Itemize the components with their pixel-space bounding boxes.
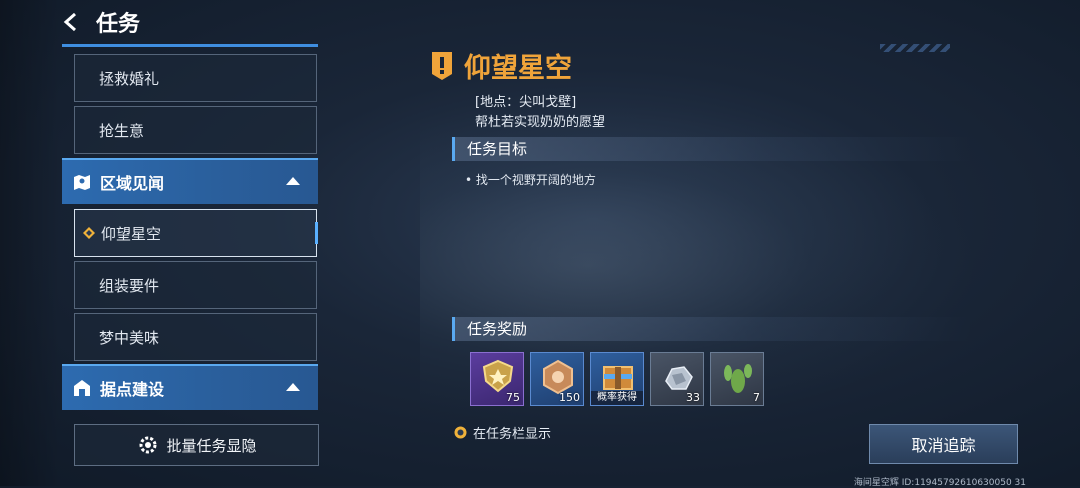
category-label: 据点建设: [100, 380, 165, 399]
quest-list-panel[interactable]: 拯救婚礼 抢生意 区域见闻 仰望星空 组装要件 梦中美味 据点建设: [62, 44, 320, 414]
reward-count: 33: [686, 391, 700, 404]
category-label: 区域见闻: [100, 174, 165, 193]
base-icon: [74, 380, 90, 396]
quest-description: 帮杜若实现奶奶的愿望: [475, 115, 606, 130]
reward-item[interactable]: 7: [710, 352, 764, 406]
collapse-caret-icon[interactable]: [286, 383, 300, 391]
quest-item-assemble-parts[interactable]: 组装要件: [74, 261, 317, 309]
quest-item-label: 抢生意: [99, 121, 145, 140]
bulk-button-label: 批量任务显隐: [166, 436, 257, 455]
reward-item[interactable]: 75: [470, 352, 524, 406]
decorative-stripes: [880, 44, 950, 52]
quest-item-rescue-wedding[interactable]: 拯救婚礼: [74, 54, 317, 102]
quest-item-label: 拯救婚礼: [99, 69, 160, 88]
reward-section-header: 任务奖励: [452, 317, 972, 341]
cactus-icon: [724, 364, 752, 393]
quest-item-dream-taste[interactable]: 梦中美味: [74, 313, 317, 361]
reward-item[interactable]: 150: [530, 352, 584, 406]
quest-item-label: 组装要件: [99, 276, 160, 295]
quest-item-label: 仰望星空: [101, 224, 162, 243]
reward-probability-tag: 概率获得: [591, 391, 643, 405]
category-base-building[interactable]: 据点建设: [62, 364, 318, 410]
map-icon: [74, 175, 90, 190]
quest-location: [地点：尖叫戈壁]: [475, 95, 577, 110]
list-top-accent: [62, 44, 318, 47]
toggle-label: 在任务栏显示: [473, 427, 552, 442]
objective-text: • 找一个视野开阔的地方: [465, 173, 596, 187]
bulk-visibility-button[interactable]: 批量任务显隐: [74, 424, 319, 466]
collapse-caret-icon[interactable]: [286, 177, 300, 185]
show-in-taskbar-toggle[interactable]: 在任务栏显示: [454, 423, 551, 442]
reward-list: 75 150 概率获得 33 7: [470, 352, 764, 406]
category-area-stories[interactable]: 区域见闻: [62, 158, 318, 204]
quest-item-label: 梦中美味: [99, 328, 160, 347]
quest-alert-icon: [432, 51, 452, 80]
quest-header: 仰望星空: [430, 46, 572, 85]
cancel-tracking-button[interactable]: 取消追踪: [869, 424, 1018, 464]
reward-count: 7: [753, 391, 760, 404]
reward-item[interactable]: 33: [650, 352, 704, 406]
background-shade: [0, 0, 60, 486]
gear-icon: [139, 436, 157, 454]
player-id-text: 海间星空辉 ID:11945792610630050 31: [853, 478, 1026, 488]
objective-section-header: 任务目标: [452, 137, 972, 161]
quest-item-stargazing[interactable]: 仰望星空: [74, 209, 318, 257]
page-header: 任务: [62, 6, 140, 38]
reward-count: 150: [559, 391, 580, 404]
tracked-diamond-icon: [83, 227, 95, 239]
page-title: 任务: [96, 12, 141, 37]
quest-item-grab-business[interactable]: 抢生意: [74, 106, 317, 154]
quest-title: 仰望星空: [464, 53, 572, 84]
back-arrow-icon[interactable]: [62, 12, 82, 32]
reward-count: 75: [506, 391, 520, 404]
reward-item[interactable]: 概率获得: [590, 352, 644, 406]
toggle-on-icon: [454, 426, 467, 439]
